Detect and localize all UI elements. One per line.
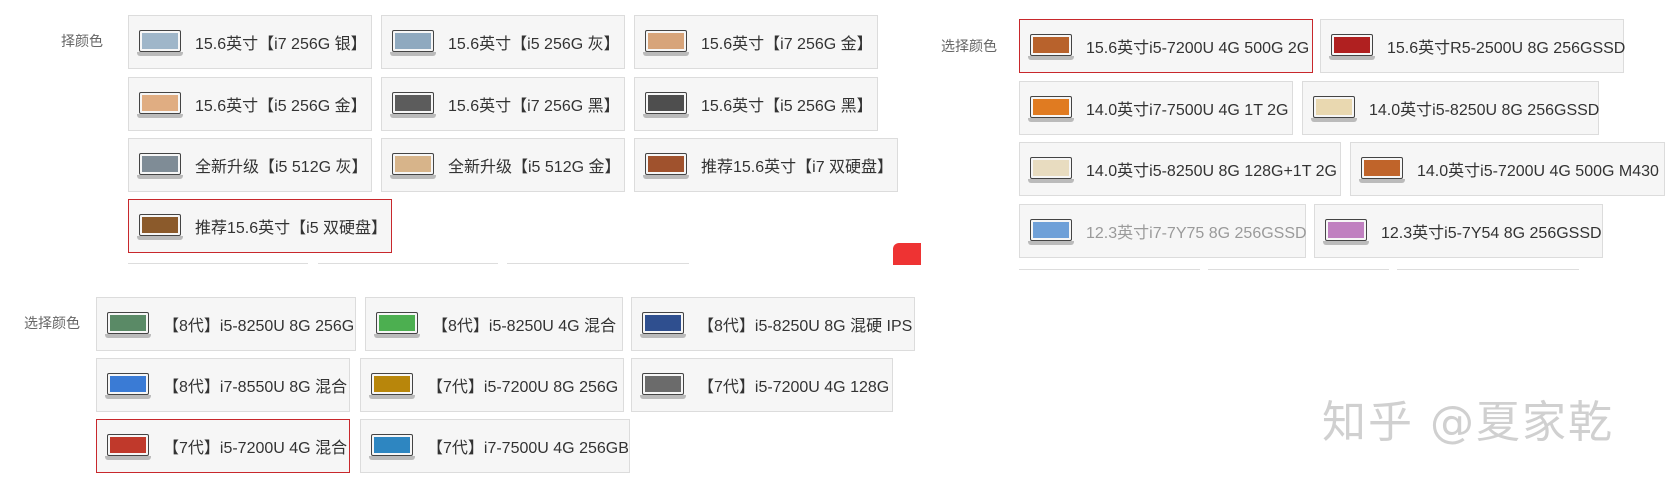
- color-option-label: 【7代】i5-7200U 8G 256G: [427, 379, 619, 396]
- color-option[interactable]: 15.6英寸i5-7200U 4G 500G 2G: [1019, 19, 1313, 73]
- color-option[interactable]: 15.6英寸【i7 256G 银】: [128, 15, 372, 69]
- laptop-thumbnail: [369, 367, 415, 403]
- color-option-label: 推荐15.6英寸【i5 双硬盘】: [195, 220, 388, 237]
- color-option[interactable]: 【7代】i5-7200U 4G 混合: [96, 419, 350, 473]
- color-option[interactable]: 【8代】i7-8550U 8G 混合: [96, 358, 350, 412]
- color-label: 选择颜色: [941, 38, 997, 54]
- color-option-label: 15.6英寸【i7 256G 金】: [701, 36, 873, 53]
- color-option-label: 15.6英寸【i5 256G 黑】: [701, 98, 873, 115]
- color-option[interactable]: 15.6英寸【i7 256G 黑】: [381, 77, 625, 131]
- color-option-label: 14.0英寸i5-8250U 8G 256GSSD: [1369, 102, 1600, 119]
- laptop-thumbnail: [640, 306, 686, 342]
- color-label: 选择颜色: [24, 315, 80, 331]
- laptop-thumbnail: [137, 208, 183, 244]
- color-option-label: 14.0英寸i5-8250U 8G 128G+1T 2G: [1086, 163, 1337, 180]
- color-option-label: 14.0英寸i7-7500U 4G 1T 2G: [1086, 102, 1289, 119]
- tab-underline: [128, 263, 308, 264]
- color-option-label: 【7代】i7-7500U 4G 256GB: [427, 440, 629, 457]
- color-option-label: 12.3英寸i7-7Y75 8G 256GSSD: [1086, 225, 1307, 242]
- laptop-thumbnail: [643, 147, 689, 183]
- tab-underline: [318, 263, 498, 264]
- laptop-thumbnail: [1028, 90, 1074, 126]
- laptop-thumbnail: [390, 86, 436, 122]
- laptop-thumbnail: [105, 428, 151, 464]
- color-option[interactable]: 14.0英寸i5-8250U 8G 256GSSD: [1302, 81, 1599, 135]
- laptop-thumbnail: [105, 367, 151, 403]
- laptop-thumbnail: [390, 147, 436, 183]
- color-option-label: 15.6英寸【i7 256G 黑】: [448, 98, 620, 115]
- color-option-label: 全新升级【i5 512G 金】: [448, 159, 621, 176]
- color-option-label: 【8代】i5-8250U 8G 混硬 IPS: [698, 318, 913, 335]
- color-option[interactable]: 14.0英寸i5-7200U 4G 500G M430: [1350, 142, 1665, 196]
- laptop-thumbnail: [137, 24, 183, 60]
- color-option-label: 推荐15.6英寸【i7 双硬盘】: [701, 159, 894, 176]
- color-option-label: 12.3英寸i5-7Y54 8G 256GSSD: [1381, 225, 1602, 242]
- floating-tag[interactable]: [893, 243, 921, 265]
- laptop-thumbnail: [1028, 213, 1074, 249]
- color-option[interactable]: 【8代】i5-8250U 8G 256G: [96, 297, 356, 351]
- color-option[interactable]: 推荐15.6英寸【i7 双硬盘】: [634, 138, 898, 192]
- color-option[interactable]: 全新升级【i5 512G 金】: [381, 138, 625, 192]
- color-option-label: 15.6英寸R5-2500U 8G 256GSSD: [1387, 40, 1626, 57]
- color-option[interactable]: 15.6英寸【i5 256G 灰】: [381, 15, 625, 69]
- laptop-thumbnail: [374, 306, 420, 342]
- color-option-label: 【8代】i7-8550U 8G 混合: [163, 379, 348, 396]
- color-option-label: 【8代】i5-8250U 8G 256G: [163, 318, 355, 335]
- laptop-thumbnail: [1329, 28, 1375, 64]
- laptop-thumbnail: [643, 86, 689, 122]
- laptop-thumbnail: [1323, 213, 1369, 249]
- color-option[interactable]: 推荐15.6英寸【i5 双硬盘】: [128, 199, 392, 253]
- watermark: 知乎 @夏家乾: [1322, 397, 1614, 448]
- color-option[interactable]: 15.6英寸R5-2500U 8G 256GSSD: [1320, 19, 1625, 73]
- color-option-label: 15.6英寸【i5 256G 灰】: [448, 36, 620, 53]
- color-label: 择颜色: [61, 33, 103, 49]
- laptop-thumbnail: [369, 428, 415, 464]
- tab-underline: [1019, 269, 1200, 270]
- laptop-thumbnail: [640, 367, 686, 403]
- laptop-thumbnail: [643, 24, 689, 60]
- tab-underline: [507, 263, 689, 264]
- color-option-label: 14.0英寸i5-7200U 4G 500G M430: [1417, 163, 1659, 180]
- laptop-thumbnail: [1028, 28, 1074, 64]
- laptop-thumbnail: [137, 86, 183, 122]
- color-option-label: 15.6英寸【i7 256G 银】: [195, 36, 367, 53]
- laptop-thumbnail: [390, 24, 436, 60]
- color-option[interactable]: 15.6英寸【i5 256G 金】: [128, 77, 372, 131]
- laptop-thumbnail: [137, 147, 183, 183]
- laptop-thumbnail: [105, 306, 151, 342]
- color-option[interactable]: 【7代】i5-7200U 4G 128G: [631, 358, 893, 412]
- tab-underline: [1397, 269, 1579, 270]
- color-option[interactable]: 14.0英寸i5-8250U 8G 128G+1T 2G: [1019, 142, 1341, 196]
- color-option[interactable]: 12.3英寸i5-7Y54 8G 256GSSD: [1314, 204, 1603, 258]
- color-option[interactable]: 全新升级【i5 512G 灰】: [128, 138, 372, 192]
- color-option-label: 【7代】i5-7200U 4G 128G: [698, 379, 890, 396]
- laptop-thumbnail: [1311, 90, 1357, 126]
- color-option[interactable]: 12.3英寸i7-7Y75 8G 256GSSD: [1019, 204, 1307, 258]
- color-option[interactable]: 15.6英寸【i7 256G 金】: [634, 15, 878, 69]
- color-option-label: 15.6英寸【i5 256G 金】: [195, 98, 367, 115]
- color-option-label: 全新升级【i5 512G 灰】: [195, 159, 368, 176]
- color-option[interactable]: 【7代】i7-7500U 4G 256GB: [360, 419, 630, 473]
- color-option-label: 15.6英寸i5-7200U 4G 500G 2G: [1086, 40, 1310, 57]
- laptop-thumbnail: [1028, 151, 1074, 187]
- color-option[interactable]: 【7代】i5-7200U 8G 256G: [360, 358, 624, 412]
- color-option-label: 【7代】i5-7200U 4G 混合: [163, 440, 348, 457]
- tab-underline: [1208, 269, 1389, 270]
- color-option[interactable]: 14.0英寸i7-7500U 4G 1T 2G: [1019, 81, 1293, 135]
- color-option[interactable]: 【8代】i5-8250U 8G 混硬 IPS: [631, 297, 915, 351]
- color-option-label: 【8代】i5-8250U 4G 混合: [432, 318, 617, 335]
- laptop-thumbnail: [1359, 151, 1405, 187]
- color-option[interactable]: 15.6英寸【i5 256G 黑】: [634, 77, 878, 131]
- color-option[interactable]: 【8代】i5-8250U 4G 混合: [365, 297, 623, 351]
